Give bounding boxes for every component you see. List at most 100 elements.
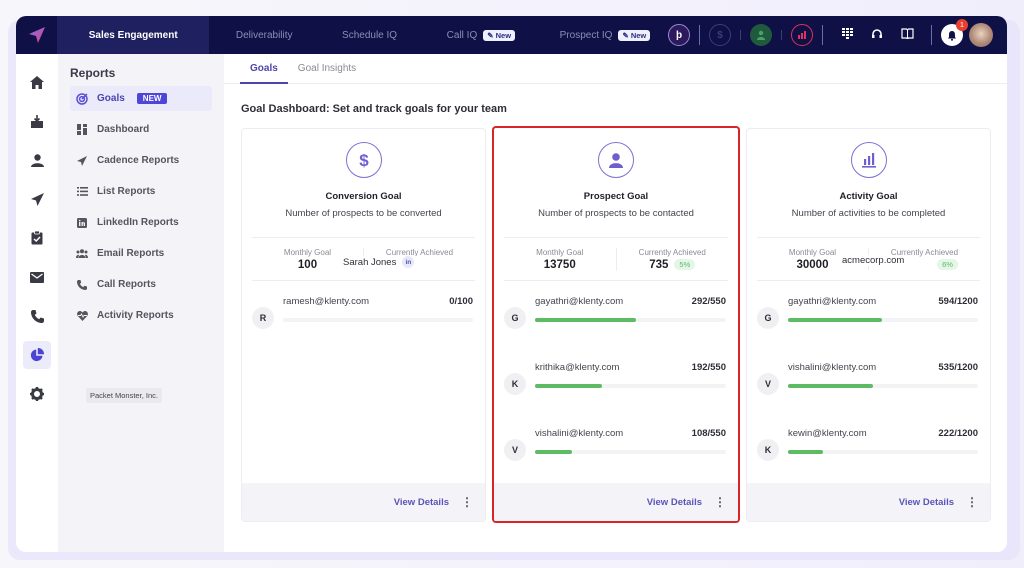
list-item: R ramesh@klenty.com 0/100 (252, 281, 473, 347)
nav-tab-call-iq[interactable]: Call IQ ✎ New (420, 16, 542, 54)
sidebar-item-label: Activity Reports (97, 310, 174, 321)
book-icon[interactable] (895, 28, 919, 42)
card-title: Conversion Goal (325, 191, 402, 202)
view-details-link[interactable]: View Details (899, 497, 954, 508)
view-details-link[interactable]: View Details (394, 497, 449, 508)
member-email: kewin@klenty.com (788, 428, 867, 439)
tab-goals[interactable]: Goals (240, 63, 288, 84)
dollar-icon: $ (345, 142, 382, 178)
more-options-icon[interactable]: ⋮ (966, 496, 978, 508)
icon-rail (16, 54, 58, 552)
send-icon[interactable] (23, 185, 51, 213)
nav-tab-deliverability[interactable]: Deliverability (209, 16, 319, 54)
more-options-icon[interactable]: ⋮ (714, 496, 726, 508)
card-footer: View Details ⋮ (747, 483, 990, 521)
dollar-icon[interactable]: $ (709, 24, 731, 46)
sidebar-item-activity-reports[interactable]: Activity Reports (70, 303, 212, 328)
sidebar-item-dashboard[interactable]: Dashboard (70, 117, 212, 142)
card-title: Activity Goal (839, 191, 898, 202)
member-list: R ramesh@klenty.com 0/100 (242, 281, 485, 347)
monthly-goal-value: 100 (297, 258, 318, 271)
nav-tab-prospect-iq[interactable]: Prospect IQ ✎ New (542, 16, 668, 54)
nav-tab-sales-engagement[interactable]: Sales Engagement (57, 16, 210, 54)
home-icon[interactable] (23, 68, 51, 96)
progress-fill (788, 318, 883, 322)
sidebar-item-label: Goals (97, 93, 125, 104)
sidebar-item-cadence-reports[interactable]: Cadence Reports (70, 148, 212, 173)
sidebar-item-email-reports[interactable]: Email Reports (70, 241, 212, 266)
progress-bar (535, 384, 726, 388)
phone-icon[interactable] (23, 302, 51, 330)
new-badge: ✎ New (483, 29, 516, 41)
dashboard-icon (76, 124, 88, 135)
divider (699, 25, 700, 45)
avatar: V (757, 373, 779, 395)
klenty-logo-icon[interactable] (16, 16, 57, 54)
view-details-link[interactable]: View Details (647, 497, 702, 508)
clipboard-icon[interactable] (23, 224, 51, 252)
bell-icon[interactable]: 1 (941, 19, 968, 46)
headset-icon[interactable] (865, 28, 889, 43)
pie-chart-icon[interactable] (23, 341, 51, 369)
member-count: 222/1200 (938, 428, 978, 439)
sidebar-item-goals[interactable]: Goals NEW (70, 86, 212, 111)
sidebar-item-label: Cadence Reports (97, 155, 180, 166)
linkedin-icon (76, 217, 88, 228)
list-item: V vishalini@klenty.com 108/550 (504, 413, 726, 479)
brand-p-icon[interactable]: þ (668, 24, 690, 46)
divider (931, 25, 932, 45)
person-icon[interactable] (23, 146, 51, 174)
divider (822, 25, 823, 45)
sidebar-item-call-reports[interactable]: Call Reports (70, 272, 212, 297)
mail-icon[interactable] (23, 263, 51, 291)
user-icon (598, 142, 634, 178)
member-count: 108/550 (691, 428, 726, 439)
card-footer: View Details ⋮ (242, 483, 485, 521)
member-count: 292/550 (691, 296, 726, 307)
profile-avatar[interactable] (969, 23, 993, 47)
avatar: K (504, 373, 526, 395)
bar-chart-icon (850, 142, 887, 178)
progress-bar (788, 318, 978, 322)
monthly-goal-value: 30000 (796, 258, 829, 271)
more-options-icon[interactable]: ⋮ (461, 496, 473, 508)
monthly-goal-value: 13750 (543, 258, 576, 271)
dialpad-icon[interactable] (835, 27, 859, 43)
progress-bar (535, 318, 726, 322)
member-email: gayathri@klenty.com (788, 296, 877, 307)
page-title: Goal Dashboard: Set and track goals for … (241, 103, 507, 115)
card-title: Prospect Goal (583, 191, 649, 202)
heart-pulse-icon (76, 310, 88, 321)
goal-stats: Monthly Goal 13750 Currently Achieved 73… (504, 237, 728, 281)
member-count: 0/100 (449, 296, 473, 307)
divider (781, 30, 782, 40)
list-item: V vishalini@klenty.com 535/1200 (757, 347, 978, 413)
target-icon (76, 92, 88, 105)
member-count: 192/550 (691, 362, 726, 373)
card-description: Number of prospects to be converted (285, 208, 442, 219)
nav-tab-schedule-iq[interactable]: Schedule IQ (319, 16, 419, 54)
sidebar-item-label: Dashboard (97, 124, 150, 135)
list-icon (76, 187, 88, 196)
top-icons: þ $ 1 (668, 16, 1007, 54)
monthly-goal: Monthly Goal 13750 (536, 247, 584, 271)
inbox-icon[interactable] (23, 107, 51, 135)
top-navbar: Sales Engagement Deliverability Schedule… (16, 16, 1007, 54)
prospect-goal-card: Prospect Goal Number of prospects to be … (492, 126, 740, 523)
avatar: R (252, 307, 274, 329)
domain-tooltip: acmecorp.com (839, 255, 908, 266)
member-list: G gayathri@klenty.com 594/1200 V vishali… (747, 281, 990, 479)
sidebar-item-linkedin-reports[interactable]: LinkedIn Reports (70, 210, 212, 235)
chart-icon[interactable] (791, 24, 813, 46)
goal-tabs: Goals Goal Insights (224, 54, 1007, 84)
organization-label: Packet Monster, Inc. (86, 388, 162, 403)
card-footer: View Details ⋮ (494, 483, 738, 521)
user-icon[interactable] (750, 24, 772, 46)
divider (740, 30, 741, 40)
tab-goal-insights[interactable]: Goal Insights (288, 63, 366, 83)
member-count: 535/1200 (938, 362, 978, 373)
goal-stats: Monthly Goal 100 Currently Achieved Sara… (252, 237, 475, 281)
sidebar-item-list-reports[interactable]: List Reports (70, 179, 212, 204)
currently-achieved: Currently Achieved 735 5% (615, 247, 729, 271)
settings-icon[interactable] (23, 380, 51, 408)
